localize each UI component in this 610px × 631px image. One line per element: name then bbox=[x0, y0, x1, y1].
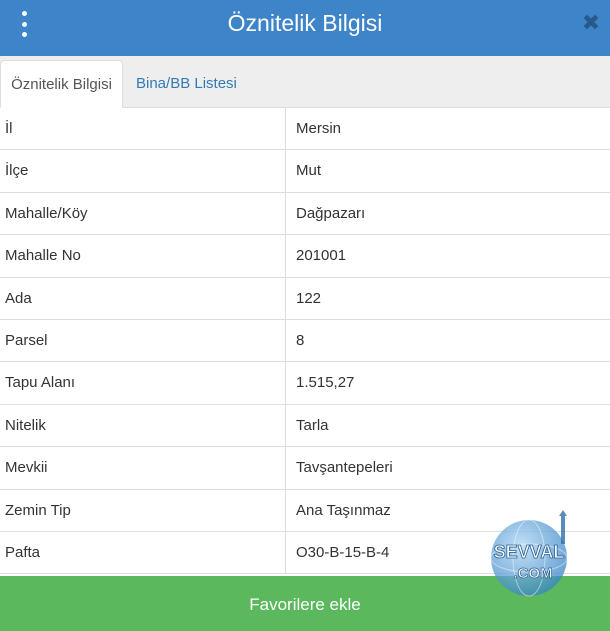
tab-bar: Öznitelik Bilgisi Bina/BB Listesi bbox=[0, 56, 610, 108]
table-row: Pafta O30-B-15-B-4 bbox=[0, 531, 610, 575]
close-icon[interactable]: ✖ bbox=[580, 12, 602, 34]
table-row: Mahalle No 201001 bbox=[0, 235, 610, 278]
attribute-value: 1.515,27 bbox=[296, 374, 355, 392]
attribute-value: Mersin bbox=[296, 120, 342, 137]
attribute-value: Dağpazarı bbox=[296, 204, 366, 222]
table-row: Nitelik Tarla bbox=[0, 404, 610, 448]
attribute-value: 201001 bbox=[296, 247, 347, 265]
tab-building-list[interactable]: Bina/BB Listesi bbox=[124, 60, 249, 108]
attribute-key: İl bbox=[0, 108, 286, 150]
attribute-value: 122 bbox=[296, 289, 322, 307]
table-row: Mevkii Tavşantepeleri bbox=[0, 447, 610, 490]
attribute-key: Mahalle No bbox=[0, 235, 286, 277]
attribute-key: Nitelik bbox=[0, 404, 286, 447]
attribute-value: O30-B-15-B-4 bbox=[296, 543, 390, 561]
attribute-value: Tarla bbox=[296, 416, 329, 434]
table-row: Zemin Tip Ana Taşınmaz bbox=[0, 489, 610, 532]
attribute-key: Parsel bbox=[0, 319, 286, 362]
attribute-key: Tapu Alanı bbox=[0, 362, 286, 404]
attribute-key: Pafta bbox=[0, 531, 286, 574]
attribute-key: Ada bbox=[0, 277, 286, 319]
attribute-key: Mevkii bbox=[0, 447, 286, 489]
attribute-value: Mut bbox=[296, 162, 322, 180]
attribute-table: İl Mersin İlçe Mut Mahalle/Köy Dağpazarı… bbox=[0, 108, 610, 575]
attribute-key: İlçe bbox=[0, 150, 286, 192]
attribute-key: Mahalle/Köy bbox=[0, 192, 286, 235]
table-row: Mahalle/Köy Dağpazarı bbox=[0, 192, 610, 236]
table-row: İl Mersin bbox=[0, 108, 610, 151]
tab-attribute-info[interactable]: Öznitelik Bilgisi bbox=[0, 60, 123, 108]
attribute-value: 8 bbox=[296, 331, 305, 349]
attribute-value: Tavşantepeleri bbox=[296, 459, 393, 477]
table-row: Ada 122 bbox=[0, 277, 610, 320]
table-row: Tapu Alanı 1.515,27 bbox=[0, 362, 610, 405]
page-title: Öznitelik Bilgisi bbox=[227, 10, 383, 36]
attribute-value: Ana Taşınmaz bbox=[296, 501, 391, 519]
header-bar: Öznitelik Bilgisi ✖ bbox=[0, 0, 610, 56]
table-row: İlçe Mut bbox=[0, 150, 610, 193]
add-favorite-button[interactable]: Favorilere ekle bbox=[0, 576, 610, 631]
attribute-key: Zemin Tip bbox=[0, 489, 286, 531]
table-row: Parsel 8 bbox=[0, 319, 610, 363]
